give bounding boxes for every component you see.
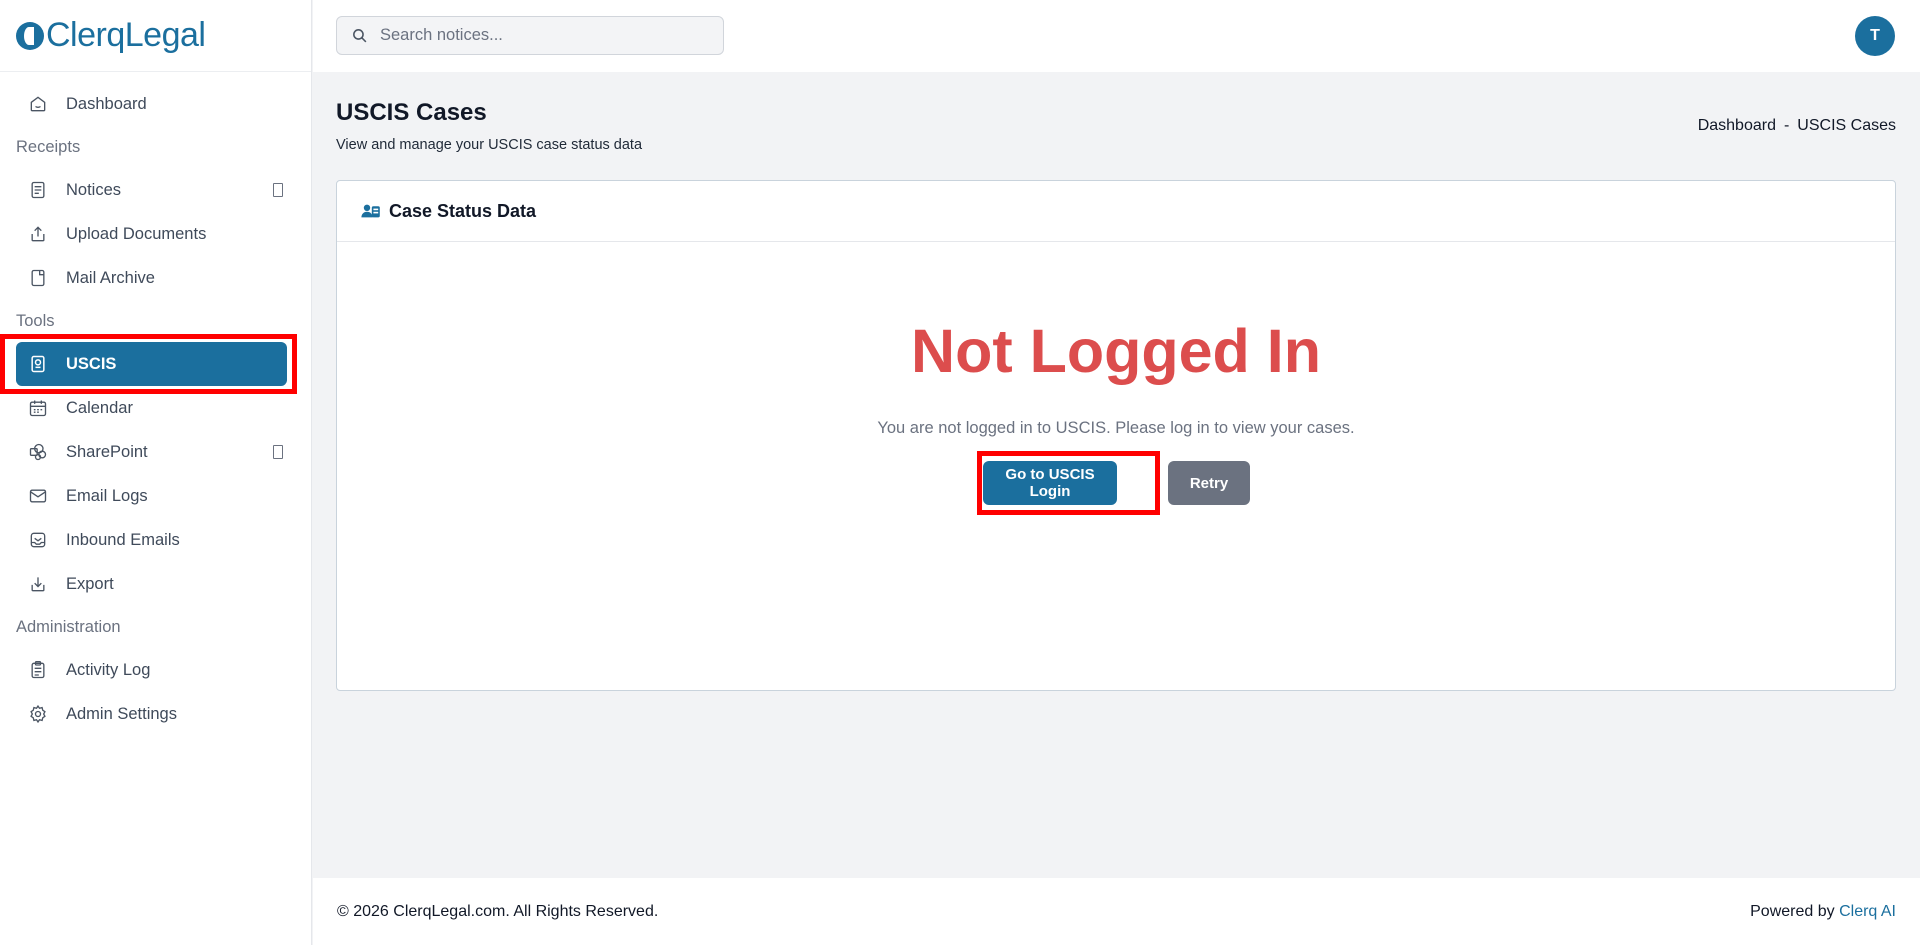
sidebar-item-email-logs[interactable]: Email Logs [16,474,295,518]
upload-icon [28,224,48,244]
user-id-card-icon [361,204,380,218]
footer: © 2026 ClerqLegal.com. All Rights Reserv… [313,878,1920,945]
sidebar-nav: Dashboard Receipts Notices Upload Docume… [0,72,311,736]
sidebar-item-label: Calendar [66,398,133,417]
not-logged-in-heading: Not Logged In [911,317,1321,385]
breadcrumb-dashboard-link[interactable]: Dashboard [1698,117,1776,135]
copyright-text: © 2026 ClerqLegal.com. All Rights Reserv… [337,902,659,920]
powered-by-label: Powered by [1750,902,1835,920]
sidebar-item-calendar[interactable]: Calendar [16,386,295,430]
card-header: Case Status Data [337,181,1895,242]
mail-archive-icon [28,268,48,288]
logo-icon [16,21,44,50]
sidebar-item-activity-log[interactable]: Activity Log [16,648,295,692]
sidebar-item-notices[interactable]: Notices [16,168,295,212]
sidebar-item-dashboard[interactable]: Dashboard [16,82,295,126]
top-bar: T [313,0,1920,72]
clerq-ai-link[interactable]: Clerq AI [1839,903,1896,920]
sidebar-item-label: Dashboard [66,94,147,113]
sidebar-item-label: Admin Settings [66,704,177,723]
brand-logo[interactable]: ClerqLegal [0,0,311,72]
sharepoint-icon [28,442,48,462]
search-box[interactable] [336,16,724,55]
sidebar-item-label: USCIS [66,354,117,373]
sidebar-item-uscis[interactable]: USCIS [16,342,287,386]
clipboard-icon [28,660,48,680]
sidebar-item-label: Inbound Emails [66,530,180,549]
submenu-indicator-icon[interactable] [273,183,283,197]
passport-icon [28,354,48,374]
go-to-uscis-login-button[interactable]: Go to USCIS Login [983,461,1117,505]
sidebar-item-label: SharePoint [66,442,148,461]
sidebar-section-administration: Administration [16,618,121,636]
breadcrumb: Dashboard - USCIS Cases [1698,117,1896,135]
sidebar-section-receipts: Receipts [16,138,81,156]
sidebar-item-upload-documents[interactable]: Upload Documents [16,212,295,256]
not-logged-in-message: You are not logged in to USCIS. Please l… [877,419,1355,437]
home-icon [28,94,48,114]
sidebar-item-export[interactable]: Export [16,562,295,606]
sidebar-item-sharepoint[interactable]: SharePoint [16,430,295,474]
page-title: USCIS Cases [336,99,487,126]
inbox-icon [28,530,48,550]
retry-button[interactable]: Retry [1168,461,1250,505]
sidebar-item-admin-settings[interactable]: Admin Settings [16,692,295,736]
breadcrumb-separator: - [1783,117,1790,134]
case-status-card: Case Status Data Not Logged In You are n… [336,180,1896,691]
submenu-indicator-icon[interactable] [273,445,283,459]
user-avatar[interactable]: T [1855,16,1895,56]
card-title: Case Status Data [389,200,537,221]
sidebar-item-label: Upload Documents [66,224,207,243]
brand-name: ClerqLegal [46,16,206,54]
download-icon [28,574,48,594]
search-icon [353,29,367,43]
sidebar-item-label: Export [66,574,114,593]
page-subtitle: View and manage your USCIS case status d… [336,137,643,153]
sidebar-item-label: Mail Archive [66,268,155,287]
sidebar-item-label: Activity Log [66,660,151,679]
sidebar: ClerqLegal Dashboard Receipts Notices Up… [0,0,312,945]
search-input[interactable] [380,26,700,45]
powered-by: Powered by Clerq AI [1750,903,1896,921]
sidebar-item-inbound-emails[interactable]: Inbound Emails [16,518,295,562]
sidebar-item-label: Email Logs [66,486,148,505]
envelope-icon [28,486,48,506]
sidebar-section-tools: Tools [16,312,55,330]
calendar-icon [28,398,48,418]
document-icon [28,180,48,200]
sidebar-item-mail-archive[interactable]: Mail Archive [16,256,295,300]
breadcrumb-current: USCIS Cases [1797,117,1896,134]
gear-icon [28,704,48,724]
sidebar-item-label: Notices [66,180,122,199]
